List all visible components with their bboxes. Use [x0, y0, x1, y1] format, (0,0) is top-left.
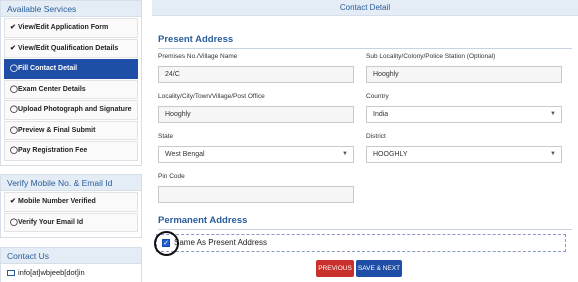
verify-panel: Verify Mobile No. & Email Id ✔ Mobile Num…: [0, 174, 142, 238]
sidebar-item-label: Exam Center Details: [18, 85, 86, 93]
premises-label: Premises No./Village Name: [158, 53, 238, 60]
sidebar-item-label: View/Edit Qualification Details: [18, 44, 119, 52]
sidebar-item-preview-submit[interactable]: ◯Preview & Final Submit: [4, 120, 138, 140]
sidebar-item-label: Verify Your Email Id: [18, 218, 84, 226]
state-select[interactable]: West Bengal ▼: [158, 146, 354, 163]
state-label: State: [158, 133, 174, 140]
country-value: India: [373, 111, 389, 118]
verify-title: Verify Mobile No. & Email Id: [1, 175, 141, 191]
contact-email-text: info[at]wbjeeb[dot]in: [18, 268, 85, 277]
save-next-button[interactable]: SAVE & NEXT: [356, 260, 402, 277]
premises-input[interactable]: 24/C: [158, 66, 354, 83]
sidebar-item-upload-photo[interactable]: ◯Upload Photograph and Signature: [4, 100, 138, 120]
same-as-present-label: Same As Present Address: [174, 238, 267, 247]
sidebar-item-label: Mobile Number Verified: [18, 198, 96, 205]
sidebar-item-fill-contact-detail[interactable]: ◯Fill Contact Detail: [4, 59, 138, 79]
district-value: HOOGHLY: [373, 151, 408, 158]
check-circle-icon: ✔: [10, 24, 16, 31]
highlight-circle: [154, 231, 179, 256]
state-value: West Bengal: [165, 151, 205, 158]
sidebar-item-label: View/Edit Application Form: [18, 24, 109, 31]
services-panel: Available Services ✔ View/Edit Applicatio…: [0, 0, 142, 166]
country-select[interactable]: India ▼: [366, 106, 562, 123]
check-circle-icon: ✔: [10, 44, 16, 52]
contact-email[interactable]: info[at]wbjeeb[dot]in: [1, 264, 141, 281]
envelope-icon: [7, 270, 15, 276]
circle-icon: ◯: [10, 106, 18, 113]
sidebar-item-view-edit-application[interactable]: ✔ View/Edit Application Form: [4, 18, 138, 38]
chevron-down-icon: ▼: [550, 111, 556, 117]
district-label: District: [366, 133, 386, 140]
check-circle-icon: ✔: [10, 198, 16, 205]
chevron-down-icon: ▼: [550, 151, 556, 157]
sidebar-item-label: Upload Photograph and Signature: [18, 106, 132, 113]
pincode-input[interactable]: [158, 186, 354, 203]
sublocality-input[interactable]: Hooghly: [366, 66, 562, 83]
sublocality-label: Sub Locality/Colony/Police Station (Opti…: [366, 53, 496, 60]
services-title: Available Services: [1, 1, 141, 17]
page-title: Contact Detail: [152, 0, 578, 16]
sidebar-item-view-edit-qualification[interactable]: ✔ View/Edit Qualification Details: [4, 38, 138, 58]
city-label: Locality/City/Town/Village/Post Office: [158, 93, 265, 100]
permanent-address-title: Permanent Address: [158, 215, 248, 226]
circle-icon: ◯: [10, 65, 18, 72]
circle-icon: ◯: [10, 147, 18, 154]
sidebar-item-pay-fee[interactable]: ◯Pay Registration Fee: [4, 141, 138, 161]
contact-detail-form: Contact Detail Present Address Premises …: [152, 0, 578, 282]
sidebar-item-label: Fill Contact Detail: [18, 65, 78, 72]
district-select[interactable]: HOOGHLY ▼: [366, 146, 562, 163]
pincode-label: Pin Code: [158, 173, 185, 180]
circle-icon: ◯: [10, 126, 18, 134]
sidebar-item-exam-center[interactable]: ◯Exam Center Details: [4, 79, 138, 99]
sidebar-item-verify-email[interactable]: ◯Verify Your Email Id: [4, 212, 138, 232]
contact-panel: Contact Us info[at]wbjeeb[dot]in: [0, 247, 142, 282]
present-address-title: Present Address: [158, 34, 234, 45]
sidebar-item-label: Preview & Final Submit: [18, 126, 96, 134]
sidebar: Available Services ✔ View/Edit Applicatio…: [0, 0, 144, 282]
same-as-present-row[interactable]: ✓ Same As Present Address: [154, 231, 566, 256]
previous-button[interactable]: PREVIOUS: [316, 260, 354, 277]
sidebar-item-label: Pay Registration Fee: [18, 147, 88, 154]
chevron-down-icon: ▼: [342, 151, 348, 157]
sidebar-item-mobile-verified[interactable]: ✔ Mobile Number Verified: [4, 192, 138, 212]
contact-title: Contact Us: [1, 248, 141, 264]
divider: [158, 48, 572, 49]
city-input[interactable]: Hooghly: [158, 106, 354, 123]
circle-icon: ◯: [10, 218, 18, 226]
circle-icon: ◯: [10, 85, 18, 93]
country-label: Country: [366, 93, 389, 100]
divider: [158, 229, 572, 230]
